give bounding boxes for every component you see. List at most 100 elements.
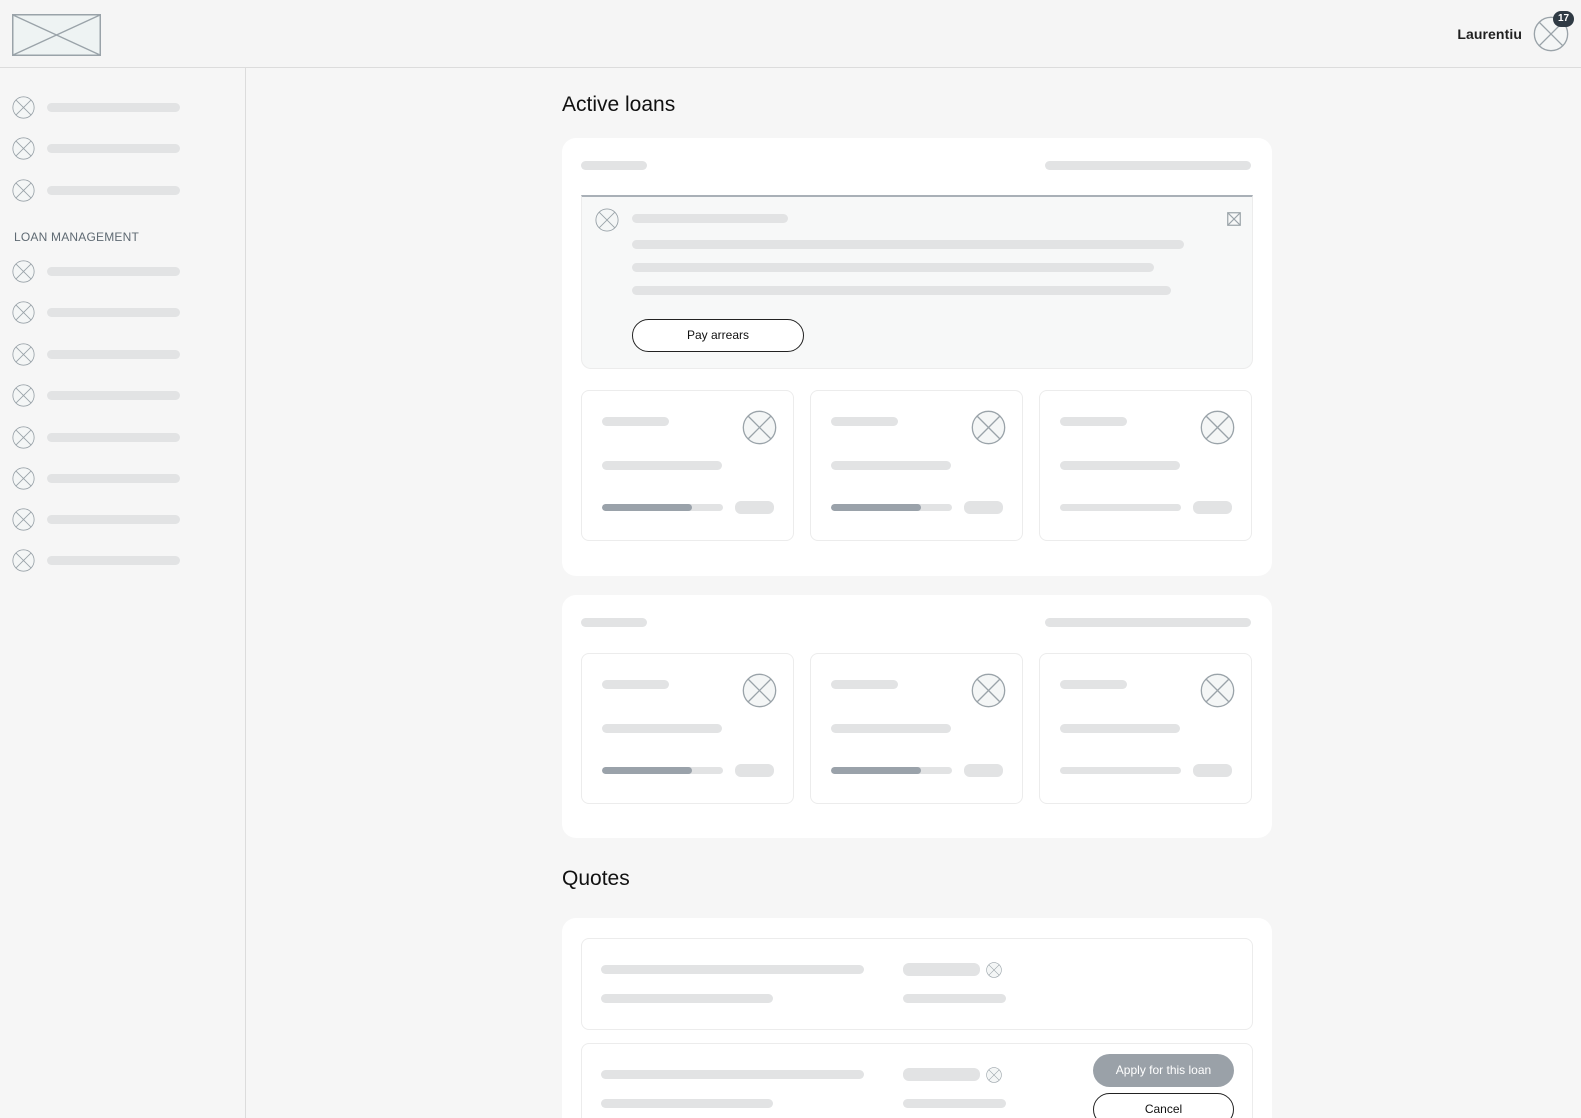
nav-label-skeleton [47,474,180,483]
loan-tile[interactable] [581,390,794,541]
loan-progress-bar [831,767,952,774]
logo-placeholder-icon[interactable] [12,14,101,56]
loan-progress-bar [831,504,952,511]
nav-placeholder-icon [12,301,35,324]
quote-title-skeleton [601,965,864,974]
loan-tile[interactable] [1039,653,1252,804]
loan-tile[interactable] [581,653,794,804]
info-placeholder-icon[interactable] [986,1067,1002,1083]
tile-pill-skeleton [964,764,1003,777]
tile-value-skeleton [602,724,722,733]
sidebar: LOAN MANAGEMENT [0,68,246,1118]
quote-rate-skeleton [903,963,980,976]
sidebar-item[interactable] [12,426,212,450]
alert-line-skeleton [632,286,1171,295]
quote-rate-skeleton [903,1068,980,1081]
nav-placeholder-icon [12,343,35,366]
tile-pill-skeleton [735,501,774,514]
tile-title-skeleton [602,680,669,689]
alert-placeholder-icon [595,208,619,232]
sidebar-item[interactable] [12,508,212,532]
sidebar-item[interactable] [12,343,212,367]
tile-title-skeleton [1060,417,1127,426]
nav-placeholder-icon [12,137,35,160]
quote-row[interactable]: Apply for this loan Cancel [581,1043,1253,1118]
tile-pill-skeleton [735,764,774,777]
nav-label-skeleton [47,267,180,276]
sidebar-item[interactable] [12,137,212,161]
loan-progress-bar [602,767,723,774]
tile-placeholder-icon [742,673,777,708]
loan-progress-bar [602,504,723,511]
sidebar-item[interactable] [12,467,212,491]
sidebar-section-label: LOAN MANAGEMENT [14,230,140,244]
quote-title-skeleton [601,1070,864,1079]
notification-badge[interactable]: 17 [1553,11,1575,27]
nav-label-skeleton [47,308,180,317]
loan-card [562,595,1272,838]
tile-title-skeleton [831,417,898,426]
tile-value-skeleton [1060,724,1180,733]
nav-label-skeleton [47,556,180,565]
card-title-skeleton [581,618,647,627]
loan-tile[interactable] [810,653,1023,804]
quote-subtitle-skeleton [601,994,773,1003]
cancel-button[interactable]: Cancel [1093,1093,1234,1118]
tile-value-skeleton [831,724,951,733]
pay-arrears-button[interactable]: Pay arrears [632,319,804,352]
nav-label-skeleton [47,433,180,442]
nav-placeholder-icon [12,179,35,202]
nav-label-skeleton [47,186,180,195]
nav-placeholder-icon [12,96,35,119]
nav-label-skeleton [47,144,180,153]
nav-placeholder-icon [12,549,35,572]
sidebar-item[interactable] [12,301,212,325]
nav-label-skeleton [47,350,180,359]
loan-tile[interactable] [1039,390,1252,541]
quote-row[interactable] [581,938,1253,1030]
sidebar-item[interactable] [12,96,212,120]
tile-title-skeleton [831,680,898,689]
sidebar-item[interactable] [12,260,212,284]
quotes-card: Apply for this loan Cancel [562,918,1272,1118]
loan-tile[interactable] [810,390,1023,541]
nav-placeholder-icon [12,508,35,531]
alert-line-skeleton [632,263,1154,272]
nav-label-skeleton [47,391,180,400]
tile-placeholder-icon [971,410,1006,445]
tile-value-skeleton [602,461,722,470]
card-meta-skeleton [1045,618,1251,627]
alert-line-skeleton [632,240,1184,249]
tile-value-skeleton [1060,461,1180,470]
quote-subtitle-skeleton [601,1099,773,1108]
close-icon[interactable] [1227,212,1241,226]
tile-placeholder-icon [1200,410,1235,445]
quote-meta-skeleton [903,1099,1006,1108]
card-meta-skeleton [1045,161,1251,170]
tile-pill-skeleton [964,501,1003,514]
nav-label-skeleton [47,103,180,112]
nav-placeholder-icon [12,260,35,283]
arrears-alert: Pay arrears [581,195,1253,369]
nav-placeholder-icon [12,384,35,407]
quote-meta-skeleton [903,994,1006,1003]
nav-placeholder-icon [12,426,35,449]
nav-placeholder-icon [12,467,35,490]
nav-label-skeleton [47,515,180,524]
tile-value-skeleton [831,461,951,470]
info-placeholder-icon[interactable] [986,962,1002,978]
sidebar-item[interactable] [12,179,212,203]
tile-placeholder-icon [742,410,777,445]
active-loans-title: Active loans [562,93,676,116]
loan-progress-bar [1060,504,1181,511]
tile-title-skeleton [1060,680,1127,689]
sidebar-item[interactable] [12,549,212,573]
alert-title-skeleton [632,214,788,223]
user-name[interactable]: Laurentiu [1457,26,1522,42]
tile-pill-skeleton [1193,501,1232,514]
apply-for-loan-button[interactable]: Apply for this loan [1093,1054,1234,1087]
card-title-skeleton [581,161,647,170]
sidebar-item[interactable] [12,384,212,408]
loan-card: Pay arrears [562,138,1272,576]
tile-placeholder-icon [971,673,1006,708]
